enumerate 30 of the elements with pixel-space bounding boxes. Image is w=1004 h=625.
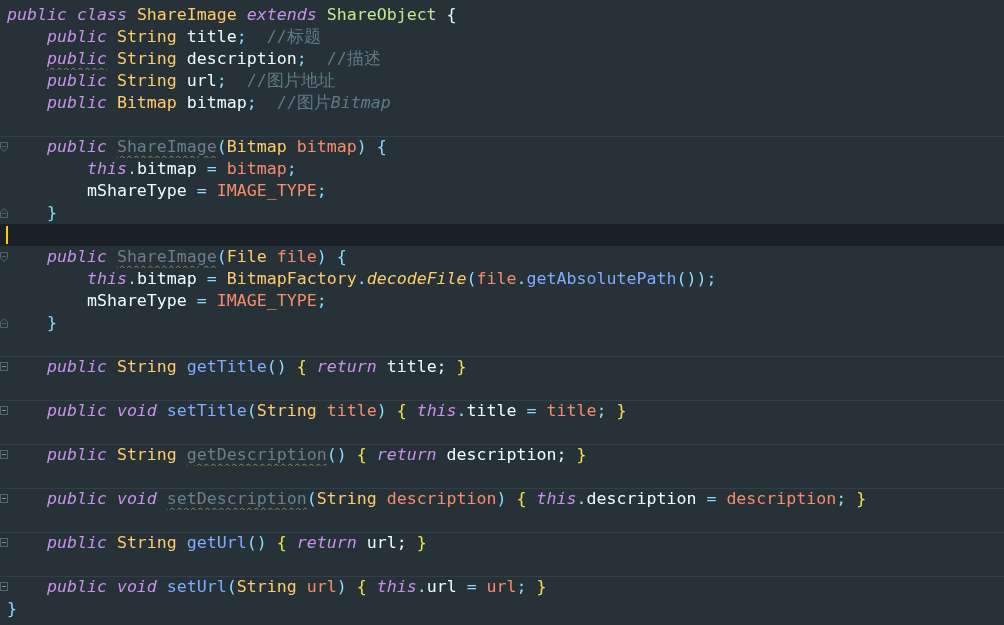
code-line: mShareType = IMAGE_TYPE; (86, 181, 327, 200)
code-line: public ShareImage(Bitmap bitmap) { (46, 137, 387, 156)
code-line: public ShareImage(File file) { (46, 247, 347, 266)
fold-icon[interactable] (0, 318, 8, 328)
code-line: public String url; //图片地址 (46, 71, 335, 90)
code-line: public void setUrl(String url) { this.url = url; } (46, 577, 547, 596)
code-line: public String getUrl() { return url; } (46, 533, 427, 552)
code-line: public class ShareImage extends ShareObject { (7, 5, 457, 24)
code-line: public String description; //描述 (46, 49, 381, 68)
code-line: public String getTitle() { return title; } (46, 357, 467, 376)
fold-icon[interactable] (0, 208, 8, 218)
code-line: public void setDescription(String description) { this.description = description; } (46, 489, 867, 508)
fold-icon[interactable] (0, 582, 8, 591)
code-line: } (7, 599, 17, 618)
code-line: mShareType = IMAGE_TYPE; (86, 291, 327, 310)
code-line: public String getDescription() { return description; } (46, 445, 587, 464)
code-line: public void setTitle(String title) { this.title = title; } (46, 401, 627, 420)
code-line: public String title; //标题 (46, 27, 321, 46)
code-line: this.bitmap = bitmap; (86, 159, 297, 178)
fold-icon[interactable] (0, 362, 8, 371)
fold-icon[interactable] (0, 450, 8, 459)
fold-icon[interactable] (0, 252, 8, 262)
fold-icon[interactable] (0, 406, 8, 415)
code-line: this.bitmap = BitmapFactory.decodeFile(file.getAbsolutePath()); (86, 269, 717, 288)
code-line: public Bitmap bitmap; //图片Bitmap (46, 93, 391, 112)
code-line: } (46, 203, 57, 222)
code-line: } (46, 313, 57, 332)
fold-icon[interactable] (0, 142, 8, 152)
fold-icon[interactable] (0, 494, 8, 503)
fold-icon[interactable] (0, 538, 8, 547)
